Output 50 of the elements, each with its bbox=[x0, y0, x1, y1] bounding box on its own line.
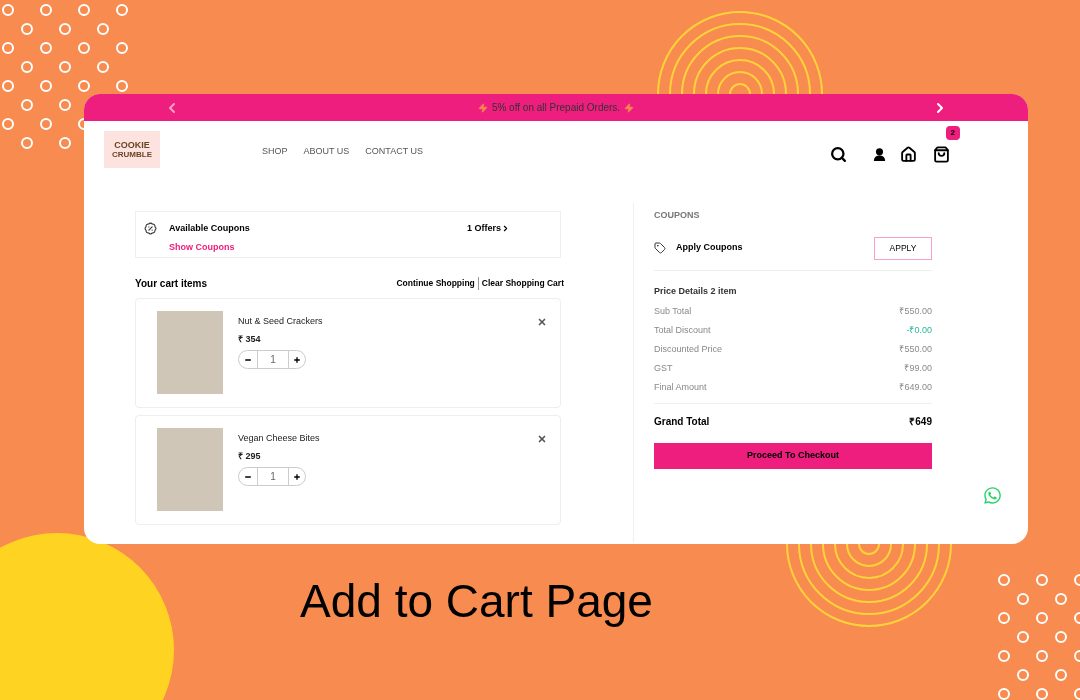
cart-action-link[interactable]: Continue Shopping bbox=[393, 277, 478, 290]
apply-button[interactable]: APPLY bbox=[874, 236, 932, 260]
grand-total-value: ₹649 bbox=[909, 415, 932, 429]
price-label: GST bbox=[654, 361, 673, 375]
announcement-text: 5% off on all Prepaid Orders. bbox=[491, 101, 621, 115]
coupons-heading: COUPONS bbox=[654, 209, 701, 222]
product-name: Vegan Cheese Bites bbox=[238, 432, 320, 445]
quantity-value: 1 bbox=[269, 470, 277, 484]
plus-icon bbox=[293, 355, 301, 364]
checkout-button[interactable]: Proceed To Checkout bbox=[654, 443, 932, 469]
price-label: Discounted Price bbox=[654, 342, 723, 356]
price-value: ₹550.00 bbox=[899, 342, 932, 356]
product-name: Nut & Seed Crackers bbox=[238, 315, 323, 328]
nav-link[interactable]: CONTACT US bbox=[365, 145, 424, 159]
product-price: ₹ 295 bbox=[238, 449, 262, 463]
nav-link[interactable]: SHOP bbox=[262, 145, 288, 159]
offers-link[interactable]: 1 Offers bbox=[467, 222, 510, 236]
plus-icon bbox=[293, 472, 301, 481]
price-value: -₹0.00 bbox=[906, 323, 932, 337]
price-details-heading: Price Details 2 item bbox=[654, 284, 738, 298]
remove-icon[interactable] bbox=[537, 434, 547, 444]
quantity-value: 1 bbox=[269, 353, 277, 367]
price-value: ₹99.00 bbox=[904, 361, 932, 375]
lightning-icon bbox=[477, 102, 488, 113]
person-icon[interactable] bbox=[871, 146, 888, 163]
lightning-icon bbox=[624, 102, 635, 113]
search-icon[interactable] bbox=[830, 146, 847, 163]
logo[interactable]: COOKIE CRUMBLE bbox=[104, 131, 160, 168]
house-icon[interactable] bbox=[900, 146, 917, 163]
nav-link[interactable]: ABOUT US bbox=[303, 145, 350, 159]
price-label: Sub Total bbox=[654, 304, 692, 318]
price-value: ₹550.00 bbox=[899, 304, 932, 318]
chevron-right-icon bbox=[501, 224, 510, 234]
cart-heading: Your cart items bbox=[135, 277, 208, 291]
grand-total-label: Grand Total bbox=[654, 415, 710, 429]
price-value: ₹649.00 bbox=[899, 380, 932, 394]
logo-text: CRUMBLE bbox=[112, 149, 152, 159]
remove-icon[interactable] bbox=[537, 317, 547, 327]
product-price: ₹ 354 bbox=[238, 332, 262, 346]
show-coupons-link[interactable]: Show Coupons bbox=[169, 240, 250, 254]
coupon-icon bbox=[144, 222, 157, 235]
price-label: Total Discount bbox=[654, 323, 711, 337]
logo-text: COOKIE bbox=[114, 140, 150, 150]
cart-action-link[interactable]: Clear Shopping Cart bbox=[477, 277, 567, 290]
apply-coupons-label: Apply Coupons bbox=[676, 241, 743, 255]
shopping-bag-icon[interactable] bbox=[933, 146, 950, 163]
cart-count-badge: 2 bbox=[945, 126, 960, 140]
price-label: Final Amount bbox=[654, 380, 707, 394]
coupons-title: Available Coupons bbox=[169, 222, 250, 235]
tag-icon bbox=[654, 242, 666, 254]
